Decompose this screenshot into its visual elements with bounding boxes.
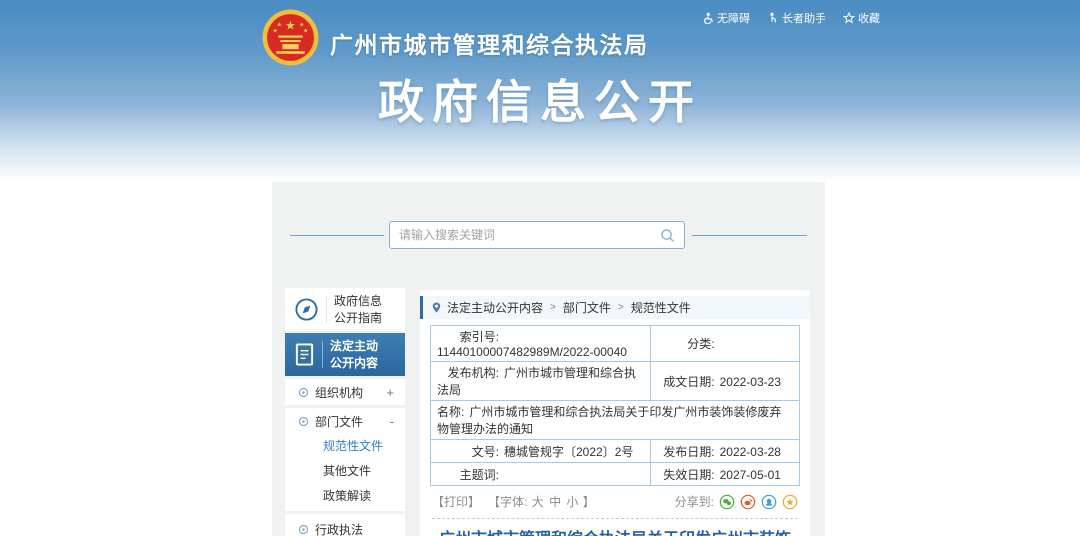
- sidebar-item-administrative-enforcement[interactable]: 行政执法: [285, 514, 405, 536]
- font-size-medium-button[interactable]: 中: [549, 495, 561, 509]
- more-share-icon[interactable]: [782, 494, 798, 510]
- elder-assistant-label: 长者助手: [782, 10, 826, 26]
- page-header: ★ ★ ★ ★ ★ 广州市城市管理和综合执法局 无障碍: [0, 0, 1080, 182]
- divider: [322, 341, 323, 368]
- expiry-date-value: 2027-05-01: [720, 468, 781, 482]
- expiry-date-cell: 失效日期:2027-05-01: [650, 463, 799, 486]
- bullet-circle-icon: [298, 524, 309, 535]
- publish-date-cell: 发布日期:2022-03-28: [650, 440, 799, 463]
- font-size-control: 【字体: 大 中 小 】: [488, 493, 595, 510]
- index-number-cell: 索引号:11440100007482989M/2022-00040: [431, 326, 651, 362]
- compass-icon: [294, 297, 319, 322]
- document-card: 法定主动公开内容 > 部门文件 > 规范性文件 索引号:114401000074…: [420, 290, 810, 536]
- font-size-small-button[interactable]: 小: [566, 495, 578, 509]
- index-number-value: 11440100007482989M/2022-00040: [437, 345, 627, 359]
- menu-label: 行政执法: [315, 521, 363, 536]
- breadcrumb-item-normative-files[interactable]: 规范性文件: [631, 299, 691, 316]
- svg-text:★: ★: [285, 18, 296, 32]
- search-input[interactable]: [399, 228, 660, 242]
- breadcrumb-item-department-files[interactable]: 部门文件: [563, 299, 611, 316]
- breadcrumb: 法定主动公开内容 > 部门文件 > 规范性文件: [420, 296, 810, 319]
- document-number-value: 穗城管规字〔2022〕2号: [504, 445, 633, 459]
- weibo-share-icon[interactable]: [740, 494, 756, 510]
- search-box: [389, 221, 685, 249]
- sidebar-menu: 组织机构 + 部门文件 -: [285, 379, 405, 536]
- accessibility-link[interactable]: 无障碍: [702, 10, 750, 26]
- breadcrumb-separator: >: [550, 302, 556, 313]
- disclosure-guide-label: 政府信息 公开指南: [334, 293, 382, 325]
- expand-indicator: +: [386, 385, 394, 400]
- breadcrumb-separator: >: [618, 302, 624, 313]
- favorite-label: 收藏: [858, 10, 880, 26]
- category-cell: 分类:: [650, 326, 799, 362]
- star-icon: [843, 12, 855, 24]
- sidebar-item-organization[interactable]: 组织机构 +: [285, 379, 405, 405]
- dashed-divider: [432, 518, 798, 519]
- written-date-cell: 成文日期:2022-03-23: [650, 362, 799, 401]
- font-size-large-button[interactable]: 大: [532, 495, 544, 509]
- document-number-cell: 文号:穗城管规字〔2022〕2号: [431, 440, 651, 463]
- document-name-cell: 名称:广州市城市管理和综合执法局关于印发广州市装饰装修废弃物管理办法的通知: [431, 401, 800, 440]
- sidebar-item-other-files[interactable]: 其他文件: [285, 459, 405, 484]
- issuing-agency-cell: 发布机构:广州市城市管理和综合执法局: [431, 362, 651, 401]
- qq-share-icon[interactable]: [761, 494, 777, 510]
- svg-text:★: ★: [272, 27, 277, 34]
- sidebar-item-statutory-disclosure[interactable]: 法定主动 公开内容: [285, 333, 405, 376]
- breadcrumb-item-statutory[interactable]: 法定主动公开内容: [447, 299, 543, 316]
- sidebar-item-normative-files[interactable]: 规范性文件: [285, 434, 405, 459]
- search-divider-right: [692, 235, 807, 236]
- content-panel: 政府信息 公开指南 法定主动 公开内容: [272, 182, 825, 536]
- statutory-disclosure-label: 法定主动 公开内容: [330, 338, 378, 370]
- table-row: 文号:穗城管规字〔2022〕2号 发布日期:2022-03-28: [431, 440, 800, 463]
- share-bar: 分享到:: [675, 493, 798, 510]
- bullet-circle-icon: [298, 387, 309, 398]
- elder-assistant-link[interactable]: 长者助手: [767, 10, 826, 26]
- document-name-value: 广州市城市管理和综合执法局关于印发广州市装饰装修废弃物管理办法的通知: [437, 405, 781, 436]
- document-icon: [294, 342, 315, 367]
- article-toolbar: 【打印】 【字体: 大 中 小 】 分享到:: [432, 493, 798, 510]
- national-emblem-logo[interactable]: ★ ★ ★ ★ ★: [262, 9, 319, 66]
- table-row: 主题词: 失效日期:2027-05-01: [431, 463, 800, 486]
- banner-title: 政府信息公开: [0, 66, 1080, 132]
- article-title: 广州市城市管理和综合执法局关于印发广州市装饰装修废弃物管理办法的通知: [438, 527, 792, 536]
- sidebar: 政府信息 公开指南 法定主动 公开内容: [285, 288, 405, 536]
- menu-label: 部门文件: [315, 413, 363, 430]
- written-date-value: 2022-03-23: [720, 375, 781, 389]
- site-name[interactable]: 广州市城市管理和综合执法局: [330, 26, 649, 60]
- elder-assistant-icon: [767, 12, 779, 24]
- search-icon[interactable]: [660, 228, 675, 243]
- bullet-circle-icon: [298, 416, 309, 427]
- print-button[interactable]: 【打印】: [432, 493, 480, 510]
- location-pin-icon: [431, 301, 442, 314]
- header-top-links: 无障碍 长者助手 收藏: [702, 10, 880, 26]
- collapse-indicator: -: [390, 414, 394, 429]
- favorite-link[interactable]: 收藏: [843, 10, 880, 26]
- table-row: 发布机构:广州市城市管理和综合执法局 成文日期:2022-03-23: [431, 362, 800, 401]
- accessibility-icon: [702, 12, 714, 24]
- svg-text:★: ★: [303, 27, 308, 34]
- wechat-share-icon[interactable]: [719, 494, 735, 510]
- table-row: 名称:广州市城市管理和综合执法局关于印发广州市装饰装修废弃物管理办法的通知: [431, 401, 800, 440]
- sidebar-item-disclosure-guide[interactable]: 政府信息 公开指南: [285, 288, 405, 331]
- document-metadata-table: 索引号:11440100007482989M/2022-00040 分类: 发布…: [430, 325, 800, 486]
- search-divider-left: [290, 235, 384, 236]
- page: ★ ★ ★ ★ ★ 广州市城市管理和综合执法局 无障碍: [0, 0, 1080, 536]
- subject-words-cell: 主题词:: [431, 463, 651, 486]
- share-label: 分享到:: [675, 493, 714, 510]
- divider: [326, 296, 327, 323]
- sidebar-group-department-files: 部门文件 - 规范性文件 其他文件 政策解读: [285, 408, 405, 511]
- sidebar-item-policy-interpretation[interactable]: 政策解读: [285, 484, 405, 509]
- publish-date-value: 2022-03-28: [720, 445, 781, 459]
- menu-label: 组织机构: [315, 384, 363, 401]
- sidebar-item-department-files[interactable]: 部门文件 -: [285, 408, 405, 434]
- table-row: 索引号:11440100007482989M/2022-00040 分类:: [431, 326, 800, 362]
- accessibility-label: 无障碍: [717, 10, 750, 26]
